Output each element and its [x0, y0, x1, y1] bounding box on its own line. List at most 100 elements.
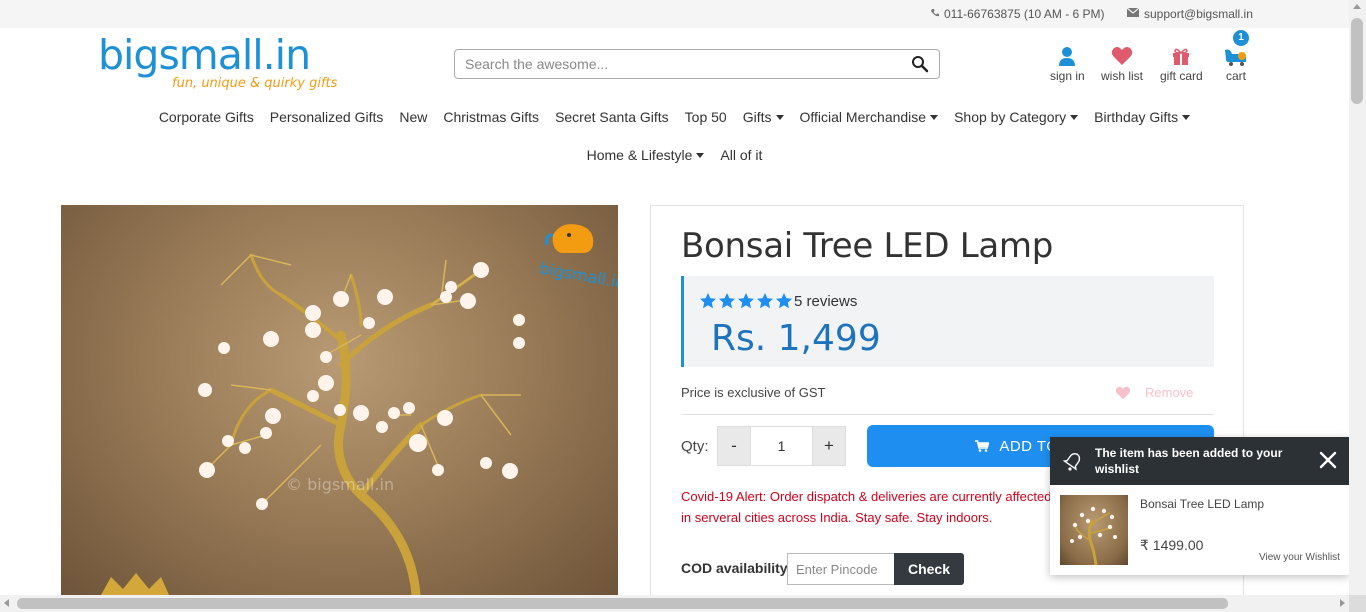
- price-box: 5 reviews Rs. 1,499: [681, 276, 1214, 367]
- cart-label: cart: [1225, 69, 1246, 83]
- wish-list-label: wish list: [1101, 69, 1144, 83]
- toast-message: The item has been added to your wishlist: [1095, 446, 1283, 476]
- image-watermark: © bigsmall.in: [286, 475, 394, 494]
- shopping-cart-icon: [975, 440, 990, 452]
- image-badge-text: bigsmall.in: [538, 259, 618, 293]
- envelope-icon: [1126, 7, 1140, 20]
- scroll-right-arrow-icon[interactable]: [1340, 599, 1345, 607]
- divider: [681, 414, 1214, 415]
- five-stars-icon: [700, 293, 792, 309]
- top-info-bar: 011-66763875 (10 AM - 6 PM) support@bigs…: [0, 0, 1349, 28]
- nav-item-all-of-it[interactable]: All of it: [720, 147, 762, 163]
- cart-link[interactable]: 1 cart: [1224, 30, 1249, 83]
- nav-item-home-lifestyle[interactable]: Home & Lifestyle: [587, 147, 705, 163]
- qty-decrement-button[interactable]: -: [718, 427, 750, 465]
- qty-increment-button[interactable]: +: [813, 427, 845, 465]
- scrollbar-corner: [1349, 595, 1366, 612]
- nav-label: All of it: [720, 147, 763, 163]
- toast-item-name[interactable]: Bonsai Tree LED Lamp: [1140, 497, 1264, 511]
- view-wishlist-link[interactable]: View your Wishlist: [1259, 552, 1340, 563]
- heart-icon: [1115, 386, 1131, 399]
- nav-label: Personalized Gifts: [269, 109, 384, 125]
- caret-down-icon: [1070, 114, 1079, 120]
- sign-in-label: sign in: [1050, 69, 1085, 83]
- main-nav-row-2: Home & Lifestyle All of it: [0, 147, 1349, 163]
- scroll-up-arrow-icon[interactable]: [1353, 4, 1361, 9]
- gift-card-link[interactable]: gift card: [1160, 42, 1203, 83]
- nav-item-secret-santa-gifts[interactable]: Secret Santa Gifts: [555, 109, 669, 125]
- nav-item-christmas-gifts[interactable]: Christmas Gifts: [443, 109, 539, 125]
- nav-item-top-50[interactable]: Top 50: [685, 109, 727, 125]
- vertical-scrollbar[interactable]: [1349, 0, 1366, 612]
- phone-icon: [930, 8, 940, 21]
- toast-product-thumbnail[interactable]: [1060, 495, 1128, 565]
- site-logo[interactable]: bigsmall.in fun, unique & quirky gifts: [98, 31, 337, 91]
- nav-label: Corporate Gifts: [158, 109, 254, 125]
- nav-label: Birthday Gifts: [1094, 109, 1179, 125]
- bonsai-lamp-photo: bigsmall.in © bigsmall.in: [101, 224, 618, 595]
- user-icon: [1050, 42, 1085, 66]
- reviews-link[interactable]: 5 reviews: [794, 293, 857, 310]
- close-icon[interactable]: [1319, 451, 1337, 469]
- product-title: Bonsai Tree LED Lamp: [681, 226, 1054, 266]
- product-price: Rs. 1,499: [711, 318, 881, 359]
- caret-down-icon: [1182, 114, 1191, 120]
- nav-label: New: [399, 109, 428, 125]
- logo-tagline: fun, unique & quirky gifts: [172, 76, 338, 91]
- nav-item-corporate-gifts[interactable]: Corporate Gifts: [159, 109, 254, 125]
- nav-item-gifts[interactable]: Gifts: [743, 109, 784, 125]
- horizontal-scrollbar[interactable]: [0, 595, 1349, 612]
- main-nav-row-1: Corporate Gifts Personalized Gifts New C…: [0, 109, 1349, 125]
- horizontal-scroll-thumb[interactable]: [17, 598, 1228, 609]
- nav-label: Shop by Category: [954, 109, 1067, 125]
- caret-down-icon: [775, 114, 784, 120]
- product-image[interactable]: bigsmall.in © bigsmall.in: [61, 205, 618, 595]
- heart-icon: [1101, 42, 1143, 66]
- nav-label: Top 50: [684, 109, 727, 125]
- remove-label: Remove: [1145, 385, 1194, 400]
- covid-alert: Covid-19 Alert: Order dispatch & deliver…: [681, 489, 1052, 525]
- contact-email[interactable]: support@bigsmall.in: [1126, 7, 1253, 21]
- caret-down-icon: [696, 152, 705, 158]
- scroll-left-arrow-icon[interactable]: [4, 599, 9, 607]
- qty-label: Qty:: [681, 438, 709, 455]
- cart-icon: 1: [1224, 30, 1249, 66]
- check-pincode-button[interactable]: Check: [894, 553, 964, 585]
- gift-icon: [1160, 42, 1203, 66]
- nav-item-shop-by-category[interactable]: Shop by Category: [954, 109, 1079, 125]
- rating-stars[interactable]: [699, 292, 793, 310]
- gst-note: Price is exclusive of GST: [681, 385, 826, 400]
- remove-from-wishlist[interactable]: Remove: [1115, 385, 1193, 400]
- phone-text: 011-66763875 (10 AM - 6 PM): [944, 7, 1105, 21]
- search-bar: [454, 49, 940, 79]
- vertical-scroll-thumb[interactable]: [1351, 18, 1363, 104]
- pincode-input[interactable]: [787, 553, 895, 585]
- cart-count-badge: 1: [1233, 30, 1249, 46]
- nav-item-personalized-gifts[interactable]: Personalized Gifts: [270, 109, 384, 125]
- caret-down-icon: [930, 114, 939, 120]
- nav-label: Gifts: [742, 109, 772, 125]
- nav-label: Home & Lifestyle: [586, 147, 693, 163]
- search-icon[interactable]: [911, 55, 929, 73]
- nav-item-birthday-gifts[interactable]: Birthday Gifts: [1094, 109, 1191, 125]
- logo-wordmark: bigsmall.in: [98, 31, 311, 79]
- sign-in-link[interactable]: sign in: [1050, 42, 1085, 83]
- contact-phone[interactable]: 011-66763875 (10 AM - 6 PM): [930, 7, 1105, 21]
- qty-value-field[interactable]: 1: [750, 427, 813, 465]
- bigsmall-elephant-icon: [545, 224, 594, 253]
- wishlist-toast: The item has been added to your wishlist…: [1050, 437, 1349, 575]
- gift-card-label: gift card: [1160, 69, 1203, 83]
- nav-label: Secret Santa Gifts: [555, 109, 669, 125]
- wish-list-link[interactable]: wish list: [1101, 42, 1143, 83]
- nav-label: Christmas Gifts: [443, 109, 540, 125]
- nav-item-new[interactable]: New: [399, 109, 427, 125]
- bell-icon: [1062, 450, 1084, 477]
- cod-label: COD availability: [681, 560, 788, 576]
- quantity-stepper: - 1 +: [717, 426, 846, 466]
- bonsai-lamp-thumbnail: [1070, 506, 1117, 565]
- search-input[interactable]: [455, 50, 885, 78]
- nav-label: Official Merchandise: [799, 109, 927, 125]
- toast-header: The item has been added to your wishlist: [1050, 437, 1349, 485]
- nav-item-official-merchandise[interactable]: Official Merchandise: [800, 109, 939, 125]
- toast-item-price: ₹ 1499.00: [1140, 537, 1204, 553]
